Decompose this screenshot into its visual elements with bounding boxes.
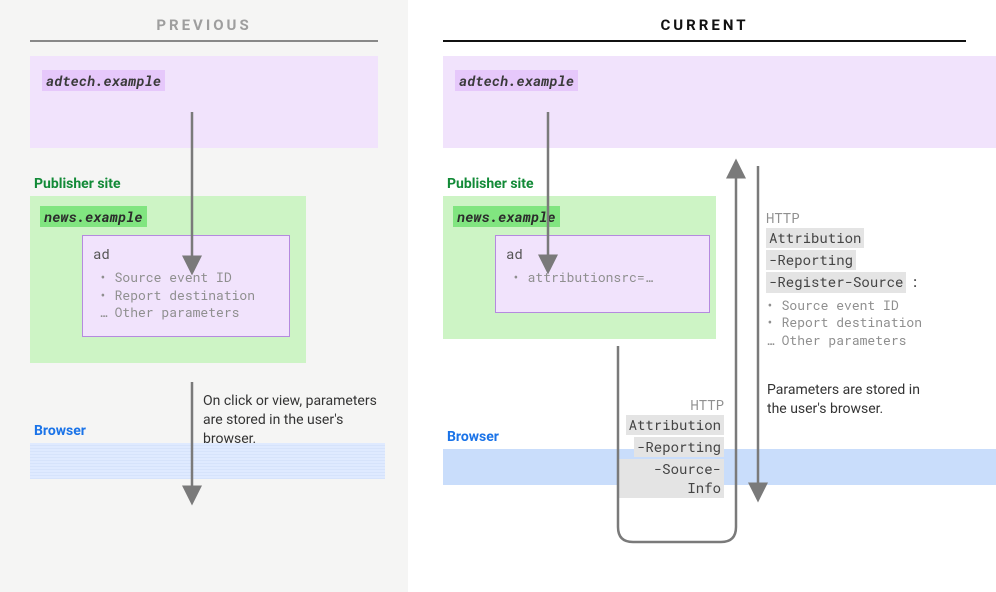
news-label: news.example bbox=[453, 206, 560, 227]
http-label-in: HTTP bbox=[766, 208, 942, 227]
ad-label: ad bbox=[506, 244, 699, 263]
param-report-destination: • Report destination bbox=[766, 314, 942, 332]
ad-params-current: • attributionsrc=… bbox=[506, 269, 699, 287]
ad-params-previous: • Source event ID • Report destination …… bbox=[93, 269, 279, 322]
adtech-box-current: adtech.example bbox=[443, 56, 996, 148]
hdr-attribution-in: Attribution bbox=[766, 228, 864, 248]
ad-label: ad bbox=[93, 244, 279, 263]
param-source-event-id: • Source event ID bbox=[99, 269, 279, 287]
http-label-out: HTTP bbox=[619, 395, 724, 414]
note-previous: On click or view, parameters are stored … bbox=[203, 392, 383, 449]
param-other: … Other parameters bbox=[99, 304, 279, 322]
param-source-event-id: • Source event ID bbox=[766, 297, 942, 315]
http-request-header-block: HTTP Attribution -Reporting -Source-Info bbox=[619, 395, 724, 499]
param-other: … Other parameters bbox=[766, 332, 942, 350]
param-attributionsrc: • attributionsrc=… bbox=[512, 269, 699, 287]
ad-box-current: ad • attributionsrc=… bbox=[495, 235, 710, 313]
hdr-source-info-out: -Source-Info bbox=[619, 459, 724, 497]
colon: : bbox=[910, 272, 918, 291]
publisher-label: Publisher site bbox=[447, 176, 996, 192]
adtech-label: adtech.example bbox=[455, 70, 578, 91]
http-response-header-block: HTTP Attribution -Reporting -Register-So… bbox=[766, 208, 942, 349]
header-current: CURRENT bbox=[443, 16, 966, 42]
publisher-box-current: news.example ad • attributionsrc=… bbox=[443, 196, 716, 339]
hdr-reporting-out: -Reporting bbox=[634, 437, 724, 457]
news-label: news.example bbox=[40, 206, 147, 227]
column-previous: PREVIOUS adtech.example Publisher site n… bbox=[0, 0, 408, 592]
hdr-reporting-in: -Reporting bbox=[766, 250, 856, 270]
publisher-label: Publisher site bbox=[34, 176, 408, 192]
ad-box-previous: ad • Source event ID • Report destinatio… bbox=[82, 235, 290, 337]
note-current: Parameters are stored in the user's brow… bbox=[767, 381, 942, 419]
adtech-box-previous: adtech.example bbox=[30, 56, 378, 148]
publisher-box-previous: news.example ad • Source event ID • Repo… bbox=[30, 196, 306, 363]
param-report-destination: • Report destination bbox=[99, 287, 279, 305]
hdr-register-source-in: -Register-Source bbox=[766, 272, 906, 292]
response-params: • Source event ID • Report destination …… bbox=[766, 297, 942, 350]
diagram-container: PREVIOUS adtech.example Publisher site n… bbox=[0, 0, 996, 592]
adtech-label: adtech.example bbox=[42, 70, 165, 91]
header-previous: PREVIOUS bbox=[30, 16, 378, 42]
hdr-attribution-out: Attribution bbox=[626, 415, 724, 435]
column-current: CURRENT adtech.example Publisher site ne… bbox=[408, 0, 996, 592]
